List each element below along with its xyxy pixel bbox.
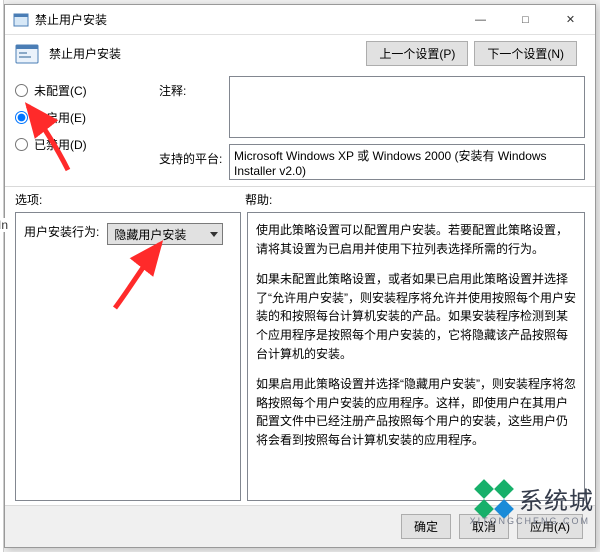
watermark-logo-icon <box>477 482 513 518</box>
watermark-text: 系统城 <box>519 481 594 516</box>
app-icon <box>13 12 29 28</box>
user-install-behavior-combo[interactable]: 隐藏用户安装 <box>107 223 223 245</box>
radio-enabled[interactable]: 已启用(E) <box>15 109 155 126</box>
supported-platform-text: Microsoft Windows XP 或 Windows 2000 (安装有… <box>234 149 547 178</box>
titlebar: 禁止用户安装 — □ ✕ <box>5 5 595 35</box>
help-panel: 使用此策略设置可以配置用户安装。若要配置此策略设置，请将其设置为已启用并使用下拉… <box>247 212 585 501</box>
next-setting-button[interactable]: 下一个设置(N) <box>474 41 577 66</box>
combo-selected-text: 隐藏用户安装 <box>114 226 186 243</box>
maximize-button[interactable]: □ <box>503 6 548 34</box>
watermark-subtext: XITONGCHENG.COM <box>470 516 590 526</box>
close-button[interactable]: ✕ <box>548 6 593 34</box>
supported-platform-box: Microsoft Windows XP 或 Windows 2000 (安装有… <box>229 144 585 180</box>
options-label: 选项: <box>15 191 245 208</box>
ok-button[interactable]: 确定 <box>401 514 451 539</box>
radio-enabled-label: 已启用(E) <box>34 109 86 126</box>
watermark: 系统城 <box>477 480 594 516</box>
help-label: 帮助: <box>245 191 272 208</box>
prev-setting-button[interactable]: 上一个设置(P) <box>366 41 468 66</box>
dialog-window: 禁止用户安装 — □ ✕ 禁止用户安装 上一个设置(P) 下一个设置(N) 未配… <box>4 4 596 548</box>
config-top-grid: 未配置(C) 已启用(E) 已禁用(D) 注释: 支持的平台: Microsof… <box>5 72 595 187</box>
help-para-3: 如果启用此策略设置并选择“隐藏用户安装”，则安装程序将忽略按照每个用户安装的应用… <box>256 375 576 449</box>
window-title: 禁止用户安装 <box>35 11 458 28</box>
state-radio-group: 未配置(C) 已启用(E) 已禁用(D) <box>15 76 155 180</box>
help-para-1: 使用此策略设置可以配置用户安装。若要配置此策略设置，请将其设置为已启用并使用下拉… <box>256 221 576 258</box>
user-install-behavior-label: 用户安装行为: <box>24 223 99 240</box>
radio-enabled-input[interactable] <box>15 111 28 124</box>
middle-panels: 用户安装行为: 隐藏用户安装 使用此策略设置可以配置用户安装。若要配置此策略设置… <box>5 210 595 505</box>
comment-textarea[interactable] <box>229 76 585 138</box>
radio-disabled-label: 已禁用(D) <box>34 136 87 153</box>
comment-label: 注释: <box>159 76 225 138</box>
panel-labels-row: 选项: 帮助: <box>5 187 595 210</box>
radio-disabled[interactable]: 已禁用(D) <box>15 136 155 153</box>
radio-not-configured[interactable]: 未配置(C) <box>15 82 155 99</box>
radio-disabled-input[interactable] <box>15 138 28 151</box>
cropped-edge-label: In <box>0 218 8 232</box>
platform-label: 支持的平台: <box>159 144 225 180</box>
policy-icon <box>15 42 39 66</box>
options-panel: 用户安装行为: 隐藏用户安装 <box>15 212 241 501</box>
header-title: 禁止用户安装 <box>49 45 121 62</box>
help-para-2: 如果未配置此策略设置，或者如果已启用此策略设置并选择了“允许用户安装”，则安装程… <box>256 270 576 363</box>
radio-not-configured-label: 未配置(C) <box>34 82 87 99</box>
radio-not-configured-input[interactable] <box>15 84 28 97</box>
header-row: 禁止用户安装 上一个设置(P) 下一个设置(N) <box>5 35 595 72</box>
minimize-button[interactable]: — <box>458 6 503 34</box>
chevron-down-icon <box>210 232 218 237</box>
